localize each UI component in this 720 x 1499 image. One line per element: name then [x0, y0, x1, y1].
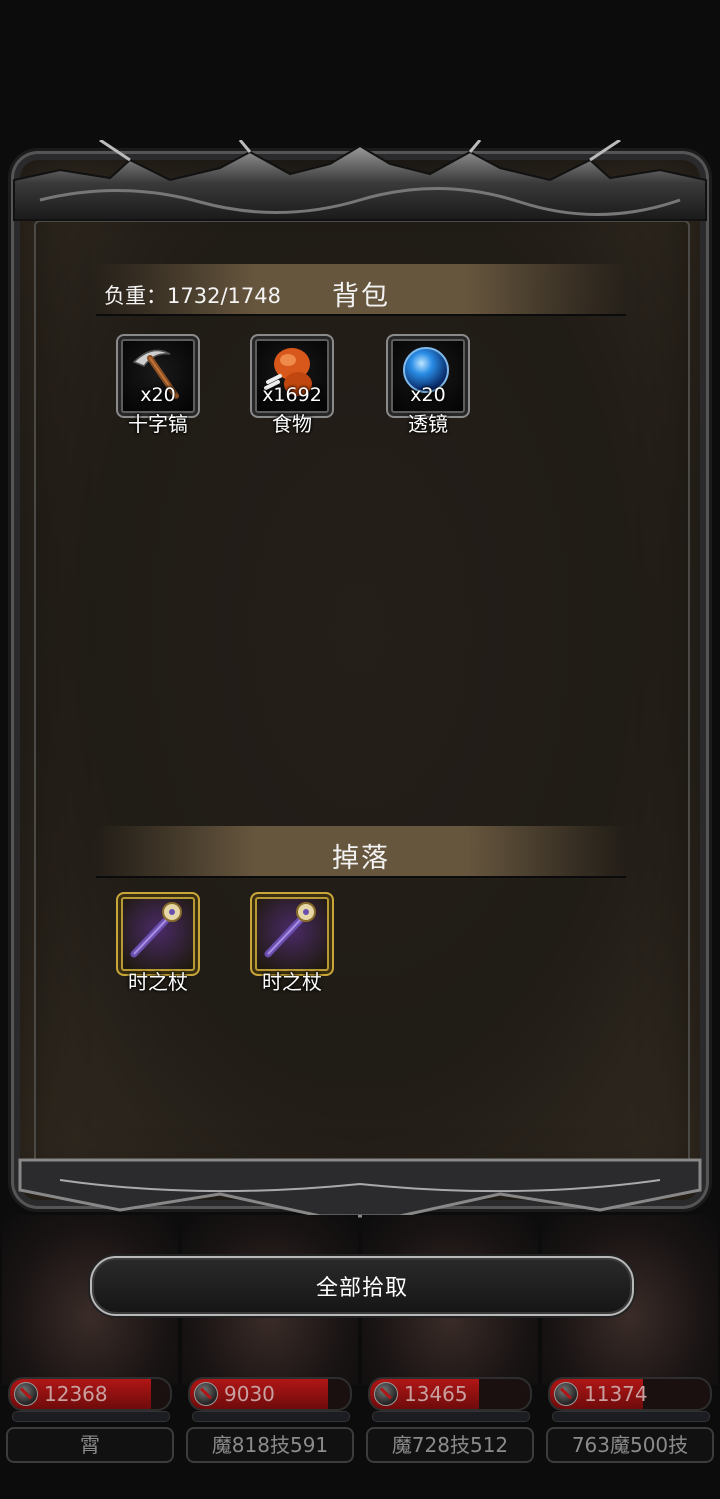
inventory-panel [20, 160, 700, 1200]
drop-item-staff[interactable]: 时之杖 [116, 892, 200, 994]
hero-mp-bar [192, 1411, 350, 1422]
item-quantity: x20 [410, 384, 446, 406]
staff-icon [130, 902, 182, 958]
bag-item-pickaxe[interactable]: x20 十字镐 [116, 334, 200, 436]
hero-hp-bar: 12368 [8, 1377, 172, 1411]
sword-icon [194, 1382, 218, 1406]
hero-tag[interactable]: 霄 [6, 1427, 174, 1463]
item-name: 食物 [272, 412, 312, 436]
sword-icon [554, 1382, 578, 1406]
bag-title: 背包 [332, 281, 390, 312]
drops-header: 掉落 [96, 826, 626, 878]
pickup-all-label: 全部拾取 [315, 1276, 408, 1301]
hp-value: 11374 [584, 1382, 648, 1406]
bag-item-food[interactable]: x1692 食物 [250, 334, 334, 436]
item-name: 时之杖 [262, 970, 322, 994]
drops-title: 掉落 [332, 843, 390, 874]
item-name: 透镜 [408, 412, 448, 436]
hero-hp-bar: 11374 [548, 1377, 712, 1411]
hp-value: 12368 [44, 1382, 108, 1406]
bag-header: 负重：1732/1748 背包 [96, 264, 626, 316]
hero-tag[interactable]: 763魔500技 [546, 1427, 714, 1463]
item-quantity: x20 [140, 384, 176, 406]
item-quantity: x1692 [262, 384, 322, 406]
pickup-all-button[interactable]: 全部拾取 [90, 1256, 634, 1316]
item-name: 时之杖 [128, 970, 188, 994]
game-screen: 负重：1732/1748 背包 x20 十字镐 x1692 食物 x20 透镜 … [0, 0, 720, 1499]
item-name: 十字镐 [128, 412, 188, 436]
hero-tag[interactable]: 魔818技591 [186, 1427, 354, 1463]
staff-icon [264, 902, 316, 958]
hero-mp-bar [12, 1411, 170, 1422]
drop-item-staff[interactable]: 时之杖 [250, 892, 334, 994]
hero-tag[interactable]: 魔728技512 [366, 1427, 534, 1463]
hero-hp-bar: 9030 [188, 1377, 352, 1411]
sword-icon [374, 1382, 398, 1406]
sword-icon [14, 1382, 38, 1406]
hero-hp-bar: 13465 [368, 1377, 532, 1411]
bag-item-lens[interactable]: x20 透镜 [386, 334, 470, 436]
hero-mp-bar [552, 1411, 710, 1422]
hero-mp-bar [372, 1411, 530, 1422]
hp-value: 9030 [224, 1382, 275, 1406]
hp-value: 13465 [404, 1382, 468, 1406]
